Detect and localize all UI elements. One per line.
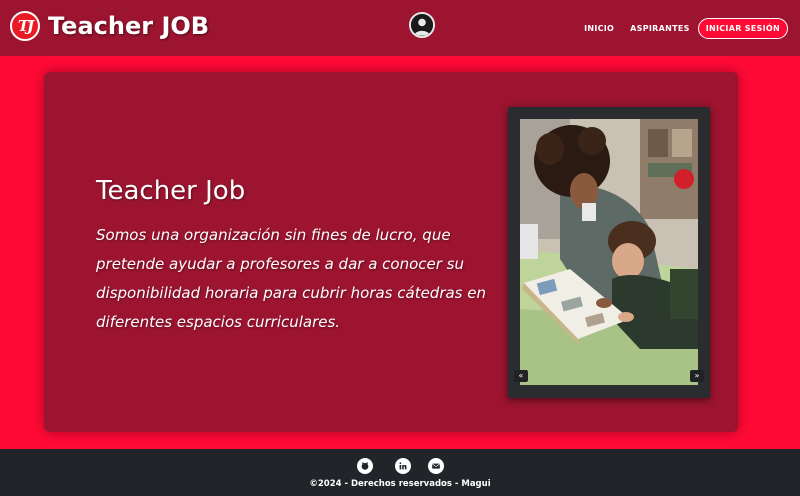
linkedin-icon[interactable] xyxy=(395,458,411,474)
carousel-prev-button[interactable]: « xyxy=(514,370,528,382)
login-button[interactable]: INICIAR SESIÓN xyxy=(697,18,788,39)
carousel-photo xyxy=(520,119,698,385)
user-avatar-icon[interactable] xyxy=(409,12,435,38)
hero-card: Teacher Job Somos una organización sin f… xyxy=(44,72,738,432)
github-icon[interactable] xyxy=(357,458,373,474)
nav-inicio[interactable]: INICIO xyxy=(584,24,614,33)
brand-link[interactable]: TJ Teacher JOB xyxy=(10,11,209,41)
nav-aspirantes[interactable]: ASPIRANTES xyxy=(630,24,690,33)
image-carousel: « » xyxy=(508,107,710,398)
footer: ©2024 - Derechos reservados - Magui xyxy=(0,449,800,496)
copyright-text: ©2024 - Derechos reservados - Magui xyxy=(309,479,491,489)
hero-description: Somos una organización sin fines de lucr… xyxy=(96,226,486,331)
user-silhouette-icon xyxy=(411,14,433,36)
logo: TJ xyxy=(10,11,40,41)
brand-name: Teacher JOB xyxy=(48,12,210,40)
carousel-next-button[interactable]: » xyxy=(690,370,704,382)
hero-title: Teacher Job xyxy=(96,176,246,206)
social-links xyxy=(357,458,444,474)
nav-links: INICIO ASPIRANTES INICIAR SESIÓN xyxy=(568,18,788,39)
navbar: TJ Teacher JOB INICIO ASPIRANTES INICIAR… xyxy=(0,0,800,56)
email-icon[interactable] xyxy=(428,458,444,474)
